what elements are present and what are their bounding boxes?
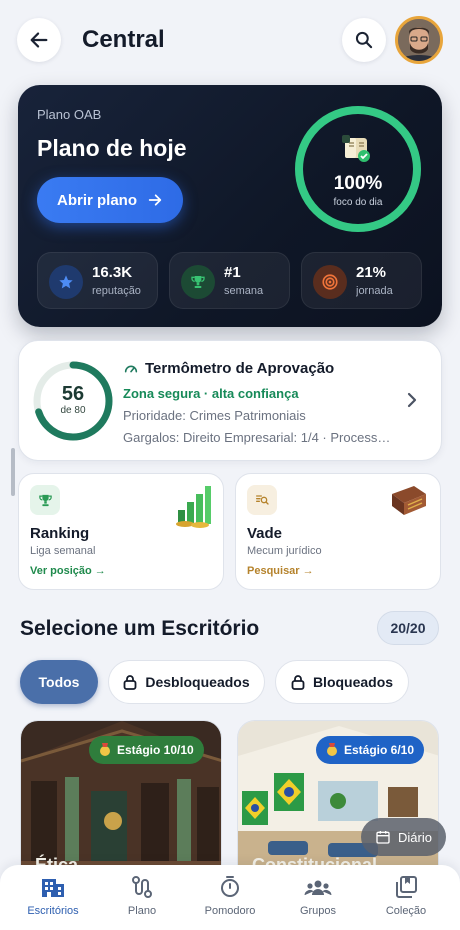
building-icon <box>42 879 64 897</box>
vade-card[interactable]: Vade Mecum jurídico Pesquisar → <box>235 473 441 590</box>
calendar-icon <box>376 831 390 844</box>
nav-pomodoro[interactable]: Pomodoro <box>184 875 276 917</box>
stat-value: 16.3K <box>92 264 133 281</box>
nav-label: Escritórios <box>27 905 79 917</box>
filter-locked-label: Bloqueados <box>312 674 394 690</box>
open-plan-button[interactable]: Abrir plano <box>37 177 183 223</box>
stage-text: Estágio 10/10 <box>117 743 194 757</box>
stat-label: jornada <box>356 285 393 297</box>
focus-ring <box>295 106 421 232</box>
daily-plan-card: Plano OAB Plano de hoje Abrir plano 100%… <box>18 85 442 327</box>
thermometer-title: Termômetro de Aprovação <box>123 360 334 377</box>
reputation-stat[interactable]: 16.3K reputação <box>37 252 158 309</box>
plan-title: Plano de hoje <box>37 135 187 161</box>
trophy-icon <box>30 485 60 515</box>
page-title: Central <box>82 26 165 53</box>
arrow-left-icon <box>30 32 48 48</box>
scrollbar[interactable] <box>11 448 15 496</box>
approval-score-max: de 80 <box>60 405 86 416</box>
approval-score: 56 <box>61 383 85 405</box>
avatar[interactable] <box>395 16 443 64</box>
book-check-icon <box>342 135 370 162</box>
ranking-action-link[interactable]: Ver posição → <box>30 565 106 577</box>
star-icon <box>49 265 83 299</box>
filter-unlocked[interactable]: Desbloqueados <box>108 660 265 704</box>
vade-action-link[interactable]: Pesquisar → <box>247 565 314 577</box>
book-search-icon <box>247 485 277 515</box>
chevron-right-icon <box>407 392 417 408</box>
groups-icon <box>304 880 332 896</box>
vade-subtitle: Mecum jurídico <box>247 545 322 557</box>
ranking-card[interactable]: Ranking Liga semanal Ver posição → <box>18 473 224 590</box>
nav-offices[interactable]: Escritórios <box>7 875 99 917</box>
speedometer-icon <box>124 365 138 372</box>
medal-icon <box>327 743 337 756</box>
target-icon <box>313 265 347 299</box>
chart-coins-icon <box>176 486 211 528</box>
zone-status: Zona segura · alta confiança <box>123 386 299 401</box>
thermometer-title-text: Termômetro de Aprovação <box>145 360 335 377</box>
ranking-subtitle: Liga semanal <box>30 545 96 557</box>
unlock-icon <box>123 675 137 690</box>
law-book-icon <box>392 486 426 515</box>
plan-kicker: Plano OAB <box>37 107 102 122</box>
filter-unlocked-label: Desbloqueados <box>145 674 250 690</box>
nav-label: Coleção <box>385 905 427 917</box>
search-icon <box>355 31 373 49</box>
filter-all-label: Todos <box>38 674 80 690</box>
lock-icon <box>291 675 305 690</box>
ranking-title: Ranking <box>30 525 90 542</box>
stage-badge: Estágio 10/10 <box>89 736 204 764</box>
diary-button[interactable]: Diário <box>361 818 446 856</box>
stage-badge: Estágio 6/10 <box>316 736 425 764</box>
filter-all[interactable]: Todos <box>20 660 98 704</box>
collection-icon <box>396 876 417 898</box>
stat-value: #1 <box>224 264 241 281</box>
nav-collection[interactable]: Coleção <box>360 875 452 917</box>
priority-text: Prioridade: Crimes Patrimoniais <box>123 408 306 423</box>
route-icon <box>132 876 152 898</box>
nav-label: Pomodoro <box>204 905 256 917</box>
back-button[interactable] <box>17 18 61 62</box>
search-button[interactable] <box>342 18 386 62</box>
stat-value: 21% <box>356 264 387 281</box>
diary-label: Diário <box>398 829 432 845</box>
top-bar: Central <box>0 0 460 82</box>
stat-label: semana <box>224 285 264 297</box>
arrow-right-icon <box>148 194 162 206</box>
filter-locked[interactable]: Bloqueados <box>275 660 409 704</box>
nav-groups[interactable]: Grupos <box>272 875 364 917</box>
stat-label: reputação <box>92 285 141 297</box>
nav-label: Grupos <box>299 905 337 917</box>
journey-stat[interactable]: 21% jornada <box>301 252 422 309</box>
open-plan-label: Abrir plano <box>56 191 137 209</box>
section-title: Selecione um Escritório <box>20 617 260 640</box>
focus-percent: 100% <box>333 173 383 194</box>
stage-text: Estágio 6/10 <box>344 743 415 757</box>
nav-label: Plano <box>127 905 157 917</box>
approval-thermometer-card[interactable]: 56 de 80 Termômetro de Aprovação Zona se… <box>18 340 442 461</box>
nav-plan[interactable]: Plano <box>96 875 188 917</box>
vade-title: Vade <box>247 525 283 542</box>
week-rank-stat[interactable]: #1 semana <box>169 252 290 309</box>
bottlenecks-text: Gargalos: Direito Empresarial: 1/4 · Pro… <box>123 430 395 445</box>
timer-icon <box>221 876 239 897</box>
focus-label: foco do dia <box>333 197 383 208</box>
trophy-icon <box>181 265 215 299</box>
medal-icon <box>100 743 110 756</box>
office-count-badge: 20/20 <box>377 611 439 645</box>
bottom-navigation: Escritórios Plano Pomodoro Grupos Coleçã… <box>0 865 460 930</box>
